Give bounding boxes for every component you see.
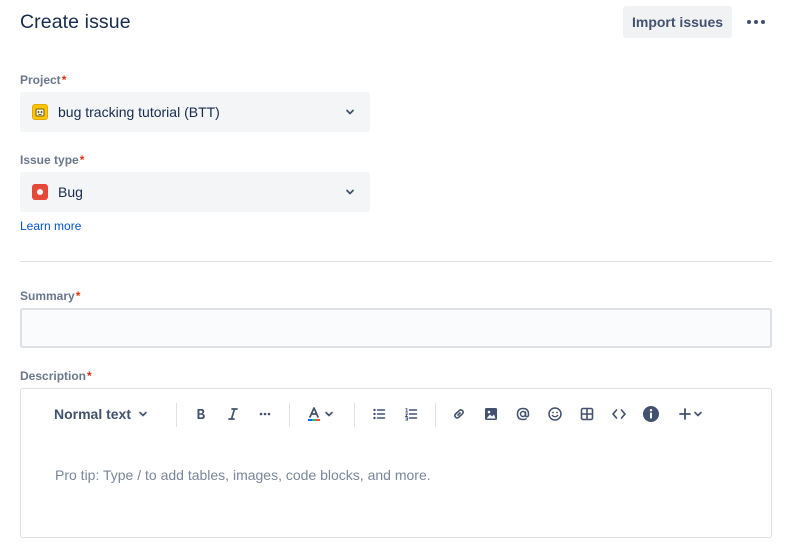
toolbar-divider: [176, 403, 177, 427]
more-options-button[interactable]: [740, 6, 772, 38]
editor-toolbar: Normal text: [21, 389, 771, 437]
toolbar-divider: [354, 403, 355, 427]
summary-input[interactable]: [20, 308, 772, 348]
numbered-list-icon[interactable]: [399, 402, 423, 426]
code-icon[interactable]: [607, 402, 631, 426]
learn-more-link[interactable]: Learn more: [20, 219, 81, 233]
summary-label: Summary*: [20, 289, 81, 303]
insert-plus-icon[interactable]: [673, 402, 707, 426]
text-style-dropdown[interactable]: Normal text: [51, 402, 151, 426]
description-label: Description*: [20, 369, 92, 383]
chevron-down-icon: [344, 186, 356, 198]
chevron-down-icon: [138, 409, 148, 419]
page-title: Create issue: [20, 11, 131, 33]
project-select[interactable]: bug tracking tutorial (BTT): [20, 92, 370, 132]
image-icon[interactable]: [479, 402, 503, 426]
bullet-list-icon[interactable]: [367, 402, 391, 426]
chevron-down-icon: [344, 106, 356, 118]
issue-type-label: Issue type*: [20, 153, 85, 167]
project-avatar-icon: [32, 104, 48, 120]
editor-placeholder: Pro tip: Type / to add tables, images, c…: [55, 467, 431, 483]
link-icon[interactable]: [447, 402, 471, 426]
italic-icon[interactable]: [221, 402, 245, 426]
emoji-icon[interactable]: [543, 402, 567, 426]
project-label: Project*: [20, 73, 67, 87]
text-color-icon[interactable]: [303, 402, 337, 426]
toolbar-divider: [289, 403, 290, 427]
mention-icon[interactable]: [511, 402, 535, 426]
issue-type-select-value: Bug: [58, 184, 83, 200]
more-horizontal-icon: [747, 20, 751, 24]
section-divider: [20, 261, 772, 262]
project-select-value: bug tracking tutorial (BTT): [58, 104, 220, 120]
toolbar-divider: [435, 403, 436, 427]
import-issues-button[interactable]: Import issues: [623, 6, 732, 38]
more-formatting-icon[interactable]: [253, 402, 277, 426]
info-icon[interactable]: [639, 402, 663, 426]
issue-type-select[interactable]: Bug: [20, 172, 370, 212]
bold-icon[interactable]: [189, 402, 213, 426]
bug-icon: [32, 184, 48, 200]
table-icon[interactable]: [575, 402, 599, 426]
description-editor[interactable]: Normal text Pro tip: Type / to add table…: [20, 388, 772, 538]
